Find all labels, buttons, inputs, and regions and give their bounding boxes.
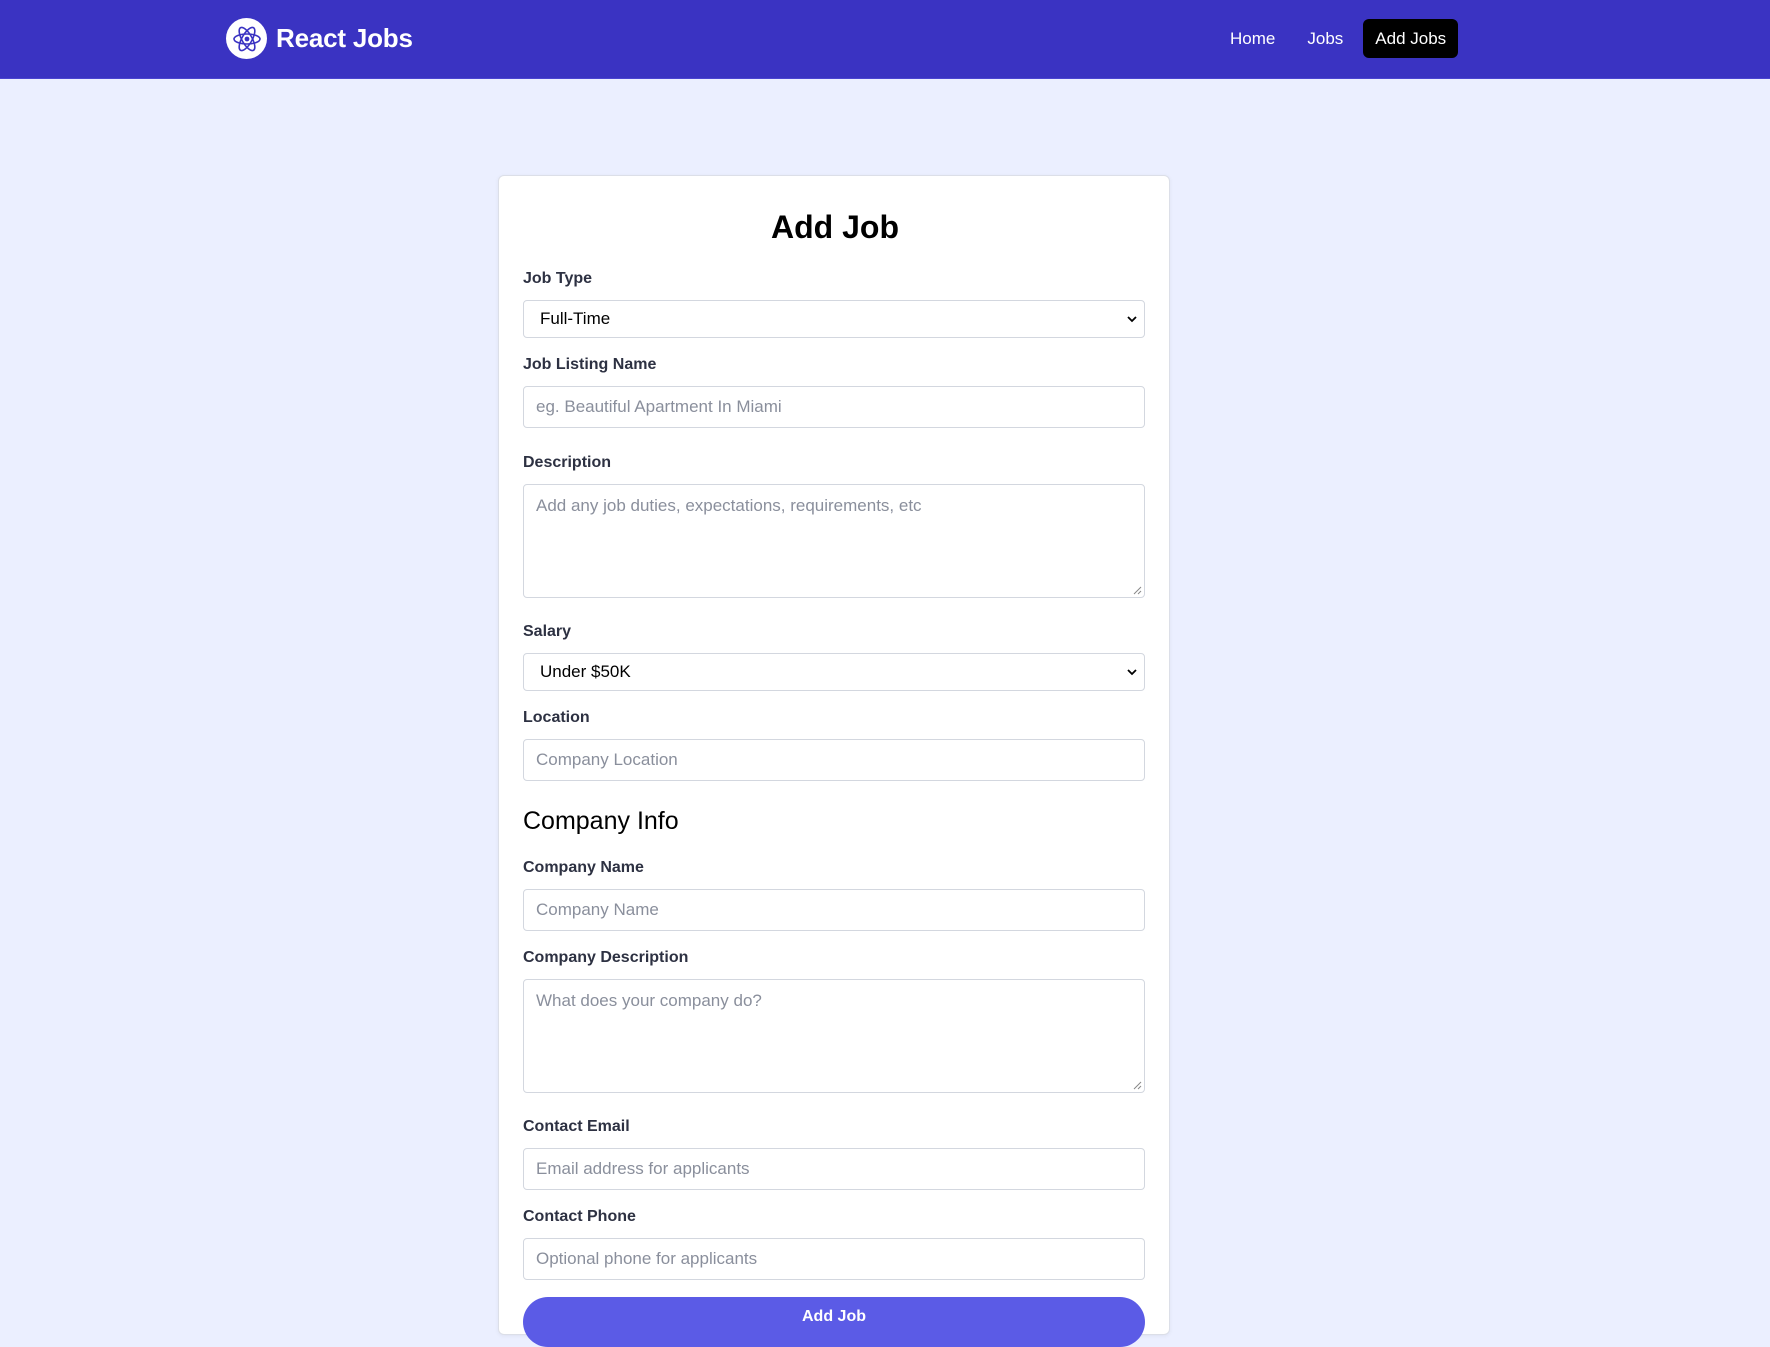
chevron-down-icon: [1127, 669, 1137, 676]
add-job-submit-button[interactable]: Add Job: [523, 1297, 1145, 1347]
company-name-placeholder: Company Name: [536, 900, 659, 919]
salary-select[interactable]: Under $50K: [523, 653, 1145, 691]
job-type-value: Full-Time: [540, 309, 611, 328]
listing-name-label: Job Listing Name: [523, 356, 657, 373]
chevron-down-icon: [1127, 316, 1137, 323]
contact-email-input[interactable]: Email address for applicants: [523, 1148, 1145, 1190]
contact-phone-placeholder: Optional phone for applicants: [536, 1249, 758, 1268]
nav-links: Home Jobs Add Jobs: [1210, 19, 1459, 58]
contact-email-placeholder: Email address for applicants: [536, 1159, 750, 1178]
company-description-placeholder: What does your company do?: [536, 991, 762, 1010]
form-title: Add Job: [771, 209, 899, 245]
description-textarea[interactable]: Add any job duties, expectations, requir…: [523, 484, 1145, 598]
job-type-label: Job Type: [523, 270, 593, 287]
salary-label: Salary: [523, 623, 572, 640]
company-name-input[interactable]: Company Name: [523, 889, 1145, 931]
navbar: React Jobs Home Jobs Add Jobs: [0, 0, 1770, 79]
description-label: Description: [523, 454, 612, 471]
job-type-select[interactable]: Full-Time: [523, 300, 1145, 338]
listing-name-placeholder: eg. Beautiful Apartment In Miami: [536, 397, 782, 416]
contact-phone-label: Contact Phone: [523, 1208, 636, 1225]
location-label: Location: [523, 709, 590, 726]
react-atom-icon: [226, 18, 267, 59]
nav-link-home[interactable]: Home: [1218, 19, 1287, 58]
brand-name: React Jobs: [276, 23, 413, 53]
location-placeholder: Company Location: [536, 750, 678, 769]
resize-handle-icon[interactable]: [1132, 585, 1142, 595]
nav-link-jobs[interactable]: Jobs: [1295, 19, 1355, 58]
resize-handle-icon[interactable]: [1132, 1080, 1142, 1090]
company-name-label: Company Name: [523, 859, 644, 876]
company-info-heading: Company Info: [523, 807, 679, 835]
brand-link[interactable]: React Jobs: [226, 18, 413, 59]
add-job-form-card: Add Job Job Type Full-Time Job Listing N…: [498, 175, 1170, 1347]
company-description-textarea[interactable]: What does your company do?: [523, 979, 1145, 1093]
contact-phone-input[interactable]: Optional phone for applicants: [523, 1238, 1145, 1280]
description-placeholder: Add any job duties, expectations, requir…: [536, 496, 922, 515]
salary-value: Under $50K: [540, 662, 631, 681]
contact-email-label: Contact Email: [523, 1118, 630, 1135]
company-description-label: Company Description: [523, 949, 689, 966]
listing-name-input[interactable]: eg. Beautiful Apartment In Miami: [523, 386, 1145, 428]
nav-link-add-jobs[interactable]: Add Jobs: [1363, 19, 1459, 58]
location-input[interactable]: Company Location: [523, 739, 1145, 781]
